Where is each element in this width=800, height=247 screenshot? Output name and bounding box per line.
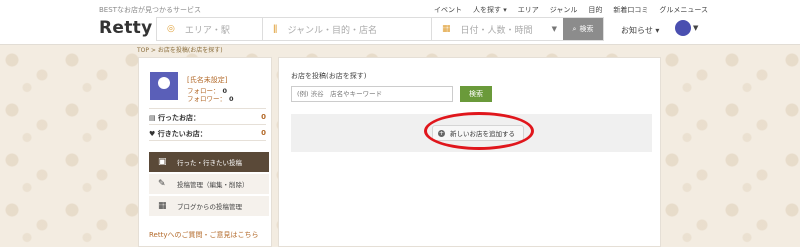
area-search-field[interactable]: ◎ エリア・駅 bbox=[157, 18, 263, 40]
fork-knife-icon: ǁ bbox=[273, 24, 278, 34]
date-people-time-field[interactable]: ▦ 日付・人数・時間 ▼ bbox=[432, 18, 563, 40]
nav-genre[interactable]: ジャンル bbox=[550, 5, 578, 15]
store-keyword-input[interactable] bbox=[291, 86, 453, 102]
site-header: BESTなお店が見つかるサービス Retty イベント 人を探す ▾ エリア ジ… bbox=[0, 0, 800, 45]
contact-link[interactable]: Rettyへのご質問・ご意見はこちら bbox=[149, 230, 259, 240]
search-button-label: 検索 bbox=[579, 25, 594, 33]
top-nav: イベント 人を探す ▾ エリア ジャンル 目的 新着口コミ グルメニュース bbox=[434, 5, 719, 15]
menu-visited-wanted-posts[interactable]: ▣ 行った・行きたい投稿 bbox=[149, 152, 269, 172]
heart-icon: ♥ bbox=[149, 130, 158, 138]
nav-new-reviews[interactable]: 新着口コミ bbox=[613, 5, 648, 15]
breadcrumb[interactable]: TOP > お店を投稿(お店を探す) bbox=[137, 45, 223, 54]
profile-sidebar: [氏名未設定] フォロー： 0 フォロワー： 0 ▤ 行ったお店： 0 ♥ 行きたい… bbox=[138, 57, 272, 247]
follower-count: 0 bbox=[229, 95, 234, 103]
follower-stat[interactable]: フォロワー： 0 bbox=[187, 93, 234, 103]
profile-avatar[interactable] bbox=[150, 72, 178, 100]
divider bbox=[149, 108, 266, 109]
add-store-area: + 新しいお店を追加する bbox=[291, 112, 652, 152]
nav-gourmet-news[interactable]: グルメニュース bbox=[659, 5, 708, 15]
user-avatar[interactable] bbox=[675, 20, 691, 36]
visited-count: 0 bbox=[261, 113, 266, 121]
visited-label: 行ったお店： bbox=[158, 114, 201, 122]
search-icon: ⌕ bbox=[572, 24, 577, 33]
location-pin-icon: ◎ bbox=[167, 24, 175, 34]
nav-area[interactable]: エリア bbox=[518, 5, 539, 15]
post-icon: ▣ bbox=[158, 157, 167, 167]
post-store-panel: お店を投稿(お店を探す) 検索 + 新しいお店を追加する bbox=[278, 57, 661, 247]
genre-placeholder: ジャンル・目的・店名 bbox=[287, 25, 377, 36]
profile-name[interactable]: [氏名未設定] bbox=[187, 75, 227, 85]
notifications-menu[interactable]: お知らせ ▾ bbox=[621, 25, 659, 36]
calendar-icon: ▦ bbox=[442, 24, 451, 34]
header-search-button[interactable]: ⌕ 検索 bbox=[563, 18, 603, 40]
nav-find-people[interactable]: 人を探す ▾ bbox=[473, 5, 507, 15]
section-title: お店を投稿(お店を探す) bbox=[291, 72, 367, 80]
pencil-icon: ✎ bbox=[158, 179, 166, 189]
want-count: 0 bbox=[261, 129, 266, 137]
chevron-down-icon[interactable]: ▼ bbox=[693, 24, 698, 32]
store-search-button[interactable]: 検索 bbox=[460, 86, 492, 102]
want-to-go-stat[interactable]: ♥ 行きたいお店： 0 bbox=[149, 129, 266, 139]
store-icon: ▤ bbox=[149, 114, 159, 122]
date-placeholder: 日付・人数・時間 bbox=[460, 25, 533, 36]
genre-search-field[interactable]: ǁ ジャンル・目的・店名 bbox=[263, 18, 432, 40]
follower-label: フォロワー： bbox=[187, 95, 226, 103]
grid-icon: ▦ bbox=[158, 201, 167, 211]
menu-blog-posts[interactable]: ▦ ブログからの投稿管理 bbox=[149, 196, 269, 216]
visited-stores-stat[interactable]: ▤ 行ったお店： 0 bbox=[149, 113, 266, 123]
retty-logo[interactable]: Retty bbox=[99, 18, 152, 38]
area-placeholder: エリア・駅 bbox=[184, 25, 230, 36]
divider bbox=[149, 124, 266, 125]
want-label: 行きたいお店： bbox=[157, 130, 207, 138]
menu-label: ブログからの投稿管理 bbox=[177, 203, 242, 211]
menu-label: 行った・行きたい投稿 bbox=[177, 159, 242, 167]
divider bbox=[149, 140, 266, 141]
header-search-bar: ◎ エリア・駅 ǁ ジャンル・目的・店名 ▦ 日付・人数・時間 ▼ ⌕ 検索 bbox=[156, 17, 604, 41]
menu-label: 投稿管理（編集・削除） bbox=[177, 181, 249, 189]
menu-post-management[interactable]: ✎ 投稿管理（編集・削除） bbox=[149, 174, 269, 194]
site-tagline: BESTなお店が見つかるサービス bbox=[99, 6, 201, 14]
nav-event[interactable]: イベント bbox=[434, 5, 462, 15]
nav-purpose[interactable]: 目的 bbox=[588, 5, 602, 15]
chevron-down-icon: ▼ bbox=[551, 25, 557, 33]
highlight-annotation bbox=[424, 112, 534, 150]
